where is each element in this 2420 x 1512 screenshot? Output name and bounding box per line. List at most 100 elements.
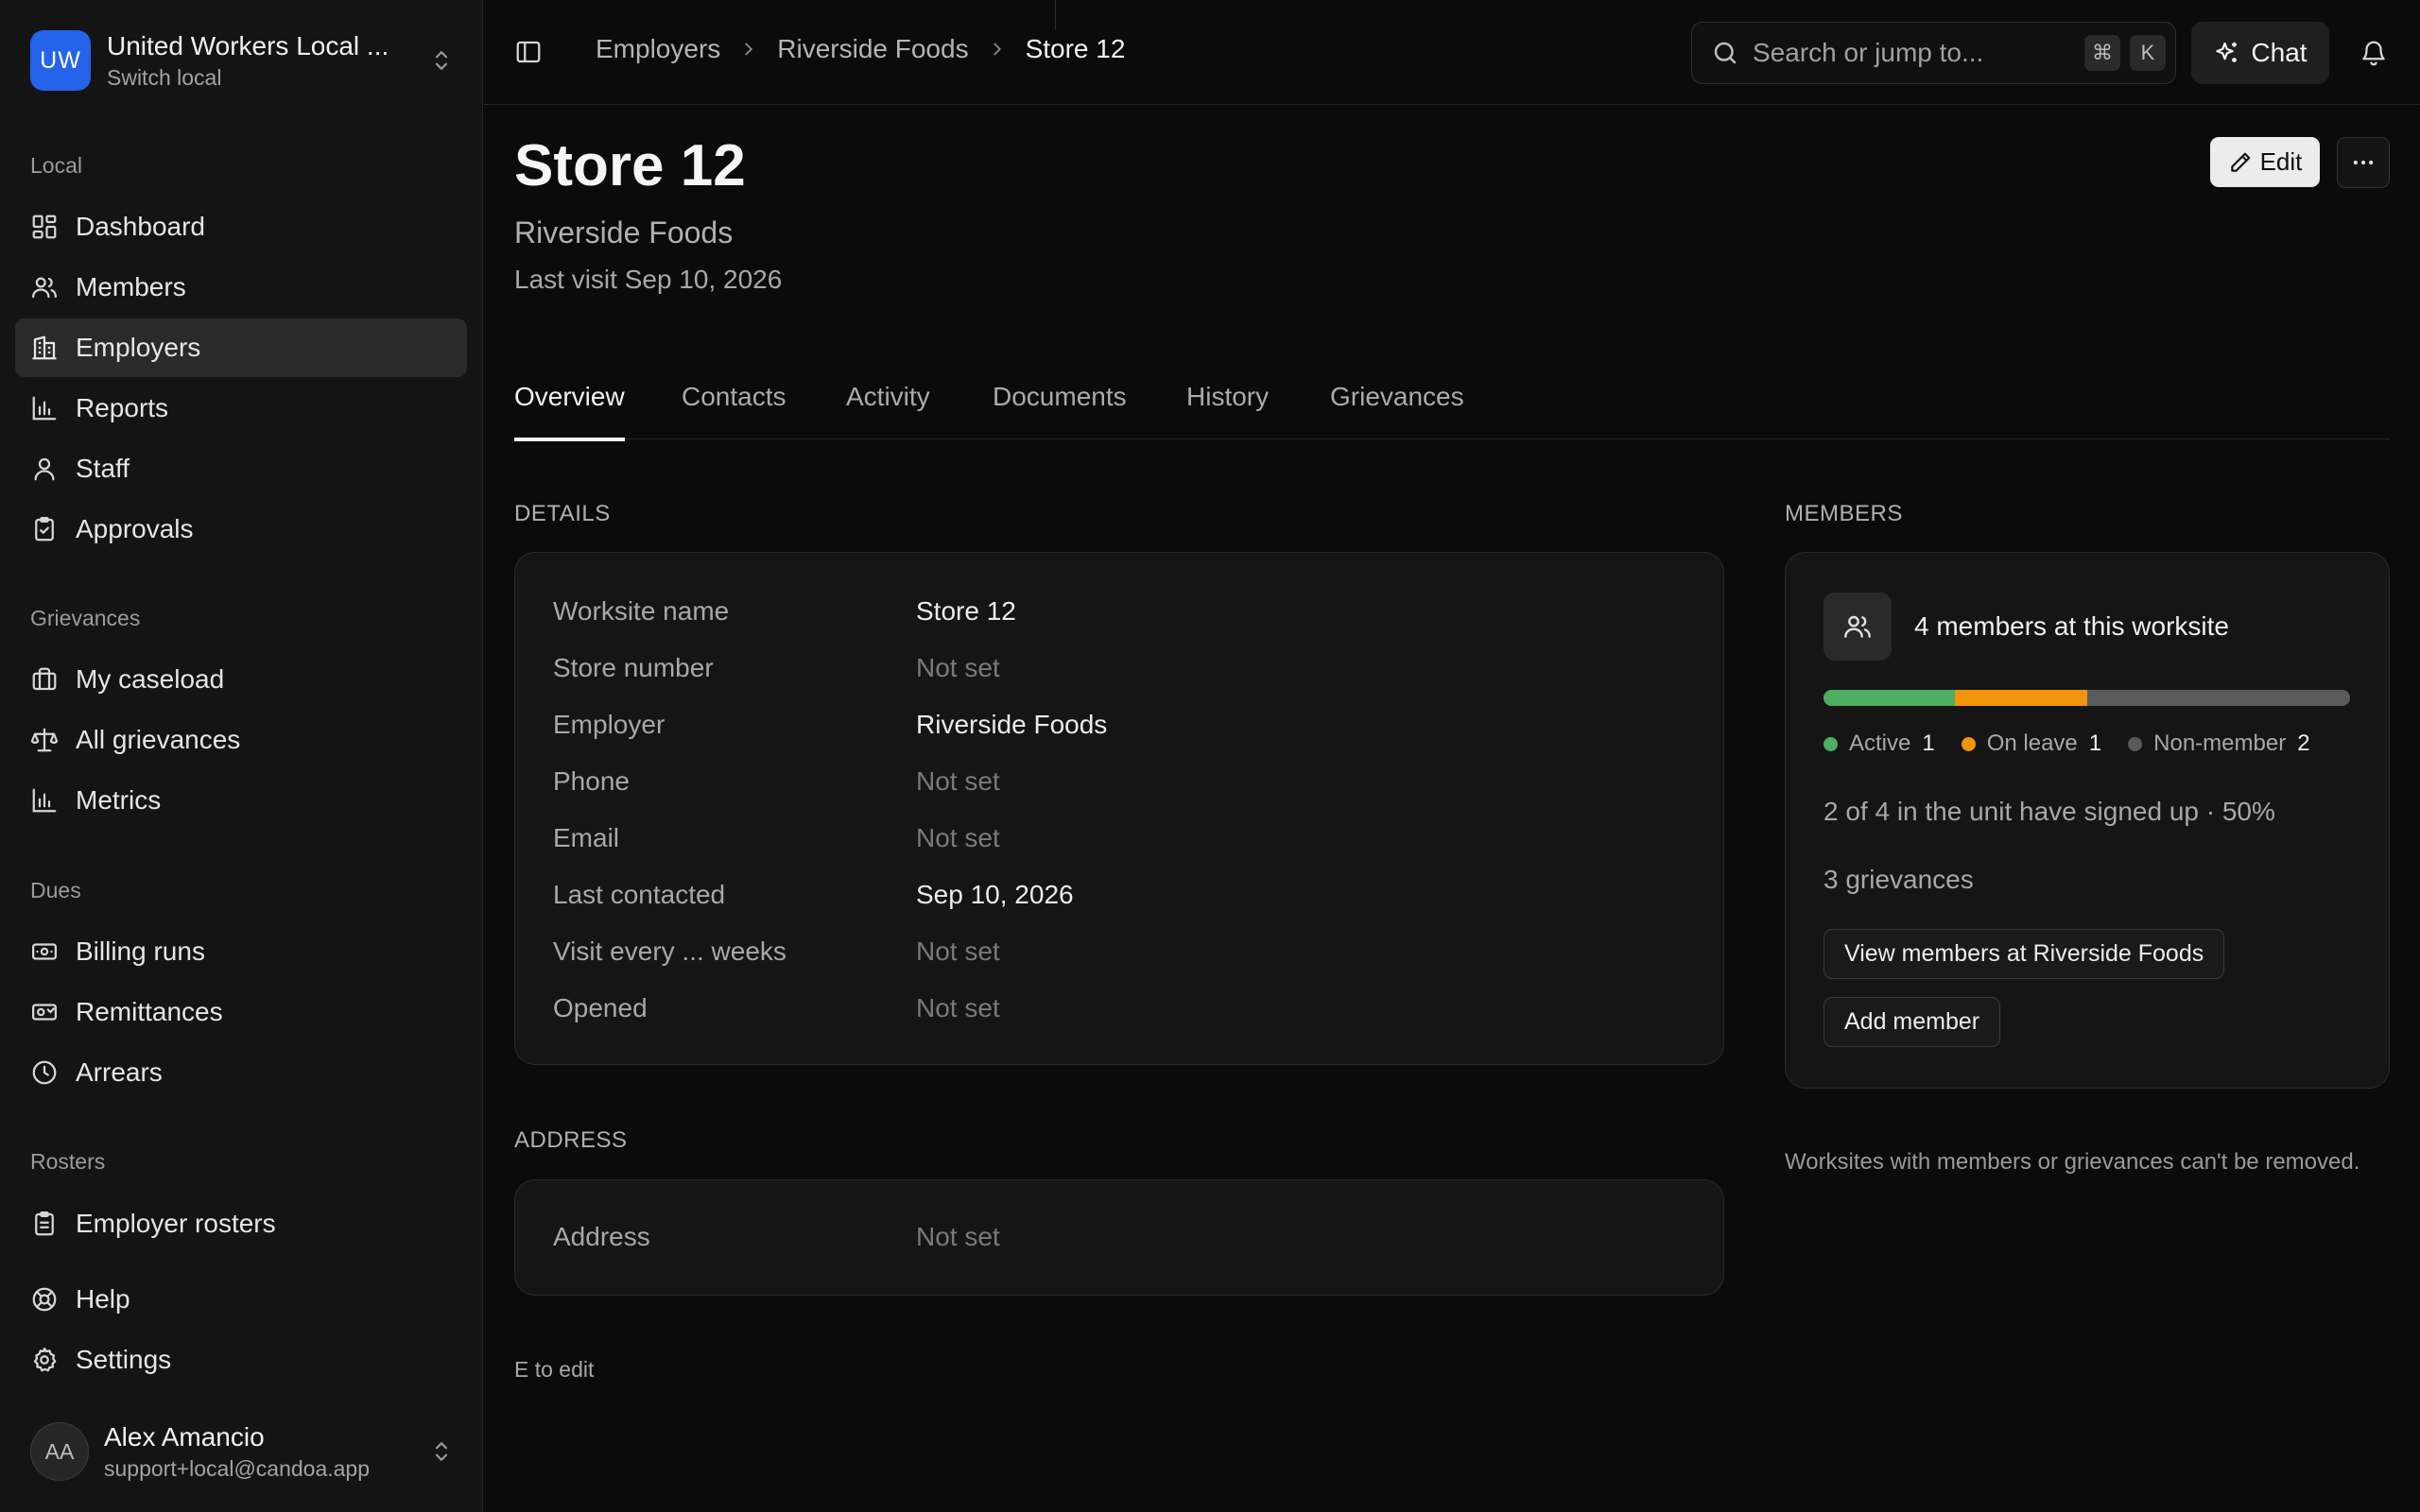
search-placeholder: Search or jump to... bbox=[1753, 38, 1984, 67]
sidebar-item-employers[interactable]: Employers bbox=[15, 318, 467, 377]
avatar: AA bbox=[30, 1422, 89, 1481]
dashboard-icon bbox=[30, 213, 59, 241]
view-members-button[interactable]: View members at Riverside Foods bbox=[1824, 929, 2225, 979]
sidebar-item-label: Dashboard bbox=[76, 212, 205, 241]
edit-label: Edit bbox=[2259, 147, 2303, 176]
sidebar-item-dashboard[interactable]: Dashboard bbox=[15, 198, 467, 256]
edit-button[interactable]: Edit bbox=[2210, 137, 2320, 187]
sidebar-item-reports[interactable]: Reports bbox=[15, 379, 467, 438]
divider bbox=[1055, 0, 1056, 30]
sidebar-item-approvals[interactable]: Approvals bbox=[15, 500, 467, 558]
search-input[interactable]: Search or jump to... ⌘ K bbox=[1691, 22, 2176, 84]
legend-label-non-member: Non-member bbox=[2153, 730, 2287, 756]
detail-value: Riverside Foods bbox=[916, 710, 1108, 739]
user-icon bbox=[30, 455, 59, 483]
sidebar-item-label: Remittances bbox=[76, 997, 223, 1026]
more-options-button[interactable] bbox=[2337, 137, 2390, 188]
status-dot-on-leave bbox=[1961, 736, 1976, 751]
user-name: Alex Amancio bbox=[104, 1421, 265, 1452]
chat-button[interactable]: Chat bbox=[2191, 22, 2329, 84]
grievance-count[interactable]: 3 grievances bbox=[1824, 865, 1974, 895]
sidebar-item-members[interactable]: Members bbox=[15, 258, 467, 317]
breadcrumb-riverside-foods[interactable]: Riverside Foods bbox=[777, 34, 968, 64]
section-label-rosters: Rosters bbox=[30, 1149, 106, 1174]
membership-bar-segment bbox=[2086, 690, 2350, 706]
detail-key: Visit every ... weeks bbox=[553, 936, 786, 966]
sidebar-item-label: Arrears bbox=[76, 1057, 163, 1087]
page-title: Store 12 bbox=[514, 133, 746, 198]
sidebar-toggle-icon[interactable] bbox=[514, 38, 543, 66]
sidebar-item-all-grievances[interactable]: All grievances bbox=[15, 711, 467, 769]
shortcut-key-k: K bbox=[2130, 35, 2166, 71]
breadcrumb: Employers Riverside Foods Store 12 bbox=[596, 34, 1125, 64]
tab-activity[interactable]: Activity bbox=[846, 378, 930, 439]
member-count-title: 4 members at this worksite bbox=[1914, 611, 2229, 641]
detail-value: Store 12 bbox=[916, 596, 1016, 626]
removal-note: Worksites with members or grievances can… bbox=[1785, 1149, 2360, 1175]
members-card: 4 members at this worksite Active 1 On l… bbox=[1785, 552, 2390, 1089]
org-switch-label: Switch local bbox=[107, 64, 222, 90]
breadcrumb-employers[interactable]: Employers bbox=[596, 34, 720, 64]
gear-icon bbox=[30, 1346, 59, 1374]
membership-bar-segment bbox=[1955, 690, 2087, 706]
legend-count-non-member: 2 bbox=[2297, 730, 2310, 756]
detail-value: Sep 10, 2026 bbox=[916, 880, 1074, 909]
sidebar-item-label: Employer rosters bbox=[76, 1209, 276, 1238]
sidebar-item-remittances[interactable]: Remittances bbox=[15, 983, 467, 1041]
detail-key: Opened bbox=[553, 993, 648, 1022]
sparkles-icon bbox=[2213, 39, 2241, 67]
tab-grievances[interactable]: Grievances bbox=[1330, 378, 1464, 439]
sidebar-item-label: Reports bbox=[76, 393, 169, 422]
sidebar-item-label: My caseload bbox=[76, 664, 225, 694]
legend-label-on-leave: On leave bbox=[1986, 730, 2078, 756]
lifebuoy-icon bbox=[30, 1285, 59, 1314]
detail-value: Not set bbox=[916, 1222, 1000, 1251]
sidebar-item-metrics[interactable]: Metrics bbox=[15, 771, 467, 830]
tab-overview[interactable]: Overview bbox=[514, 378, 625, 441]
section-label-grievances: Grievances bbox=[30, 606, 141, 630]
sidebar-item-arrears[interactable]: Arrears bbox=[15, 1043, 467, 1102]
section-label-dues: Dues bbox=[30, 878, 81, 902]
add-member-button[interactable]: Add member bbox=[1824, 997, 2001, 1047]
tab-contacts[interactable]: Contacts bbox=[682, 378, 786, 439]
legend-label-active: Active bbox=[1849, 730, 1911, 756]
detail-key: Store number bbox=[553, 653, 714, 682]
sidebar-item-employer-rosters[interactable]: Employer rosters bbox=[15, 1194, 467, 1253]
building-icon bbox=[30, 334, 59, 362]
address-heading: ADDRESS bbox=[514, 1127, 628, 1153]
members-heading: MEMBERS bbox=[1785, 501, 1903, 526]
org-name: United Workers Local ... bbox=[107, 30, 389, 60]
search-icon bbox=[1711, 39, 1739, 67]
status-dot-non-member bbox=[2128, 736, 2143, 751]
sidebar-item-label: Metrics bbox=[76, 785, 162, 815]
sidebar-item-staff[interactable]: Staff bbox=[15, 439, 467, 498]
detail-key: Employer bbox=[553, 710, 666, 739]
bar-chart-icon bbox=[30, 394, 59, 422]
user-menu[interactable]: AA Alex Amancio support+local@candoa.app bbox=[30, 1418, 456, 1486]
tab-documents[interactable]: Documents bbox=[993, 378, 1127, 439]
membership-bar-segment bbox=[1824, 690, 1956, 706]
details-heading: DETAILS bbox=[514, 501, 611, 526]
banknote-icon bbox=[30, 937, 59, 966]
more-horizontal-icon bbox=[2349, 148, 2377, 177]
clipboard-list-icon bbox=[30, 1210, 59, 1238]
local-switcher[interactable]: UW United Workers Local ... Switch local bbox=[30, 23, 456, 98]
pencil-icon bbox=[2228, 150, 2253, 175]
sidebar-item-help[interactable]: Help bbox=[15, 1270, 467, 1329]
bell-icon[interactable] bbox=[2360, 39, 2388, 67]
detail-value: Not set bbox=[916, 766, 1000, 796]
detail-value: Not set bbox=[916, 823, 1000, 852]
sidebar-item-label: Billing runs bbox=[76, 936, 205, 966]
user-email: support+local@candoa.app bbox=[104, 1455, 371, 1481]
address-card: Address Not set bbox=[514, 1179, 1724, 1296]
section-label-local: Local bbox=[30, 153, 82, 178]
clock-icon bbox=[30, 1058, 59, 1087]
sidebar-item-label: All grievances bbox=[76, 725, 241, 754]
detail-key: Worksite name bbox=[553, 596, 730, 626]
keyboard-hint: E to edit bbox=[514, 1357, 595, 1382]
tab-history[interactable]: History bbox=[1186, 378, 1269, 439]
sidebar-item-billing-runs[interactable]: Billing runs bbox=[15, 922, 467, 981]
detail-key: Email bbox=[553, 823, 620, 852]
sidebar-item-my-caseload[interactable]: My caseload bbox=[15, 650, 467, 709]
sidebar-item-settings[interactable]: Settings bbox=[15, 1331, 467, 1389]
